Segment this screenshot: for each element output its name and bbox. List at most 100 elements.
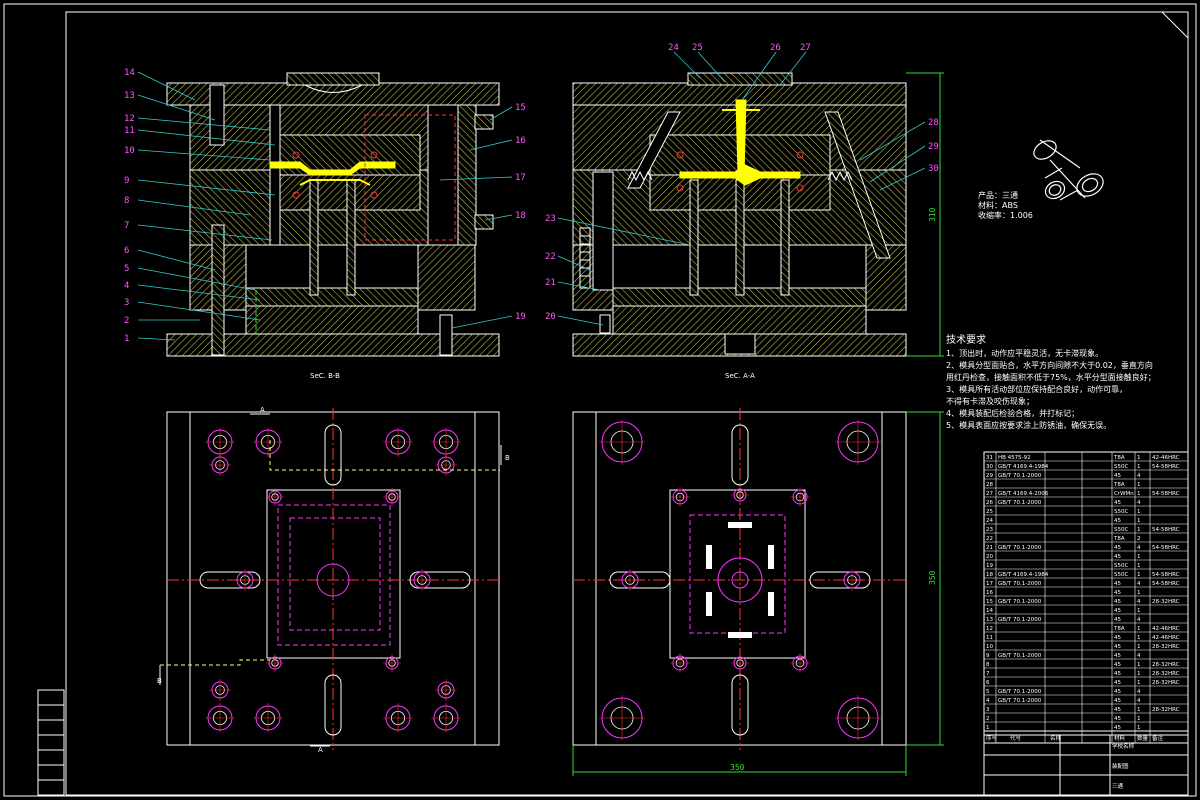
- part-label-30: 30: [928, 164, 939, 174]
- bom-cell: 45: [1114, 662, 1121, 668]
- bom-cell: 45: [1114, 581, 1121, 587]
- bom-cell: 1: [1137, 464, 1141, 470]
- svg-text:B: B: [505, 454, 510, 462]
- tech-line-4: 3、模具所有活动部位应保持配合良好，动作可靠，: [946, 384, 1127, 394]
- bom-cell: 1: [1137, 491, 1141, 497]
- svg-text:A: A: [260, 406, 265, 414]
- bom-cell: 45: [1114, 473, 1121, 479]
- bom-cell: 42-46HRC: [1152, 455, 1180, 461]
- bom-cell: 9: [986, 653, 990, 659]
- bom-cell: 4: [1137, 689, 1141, 695]
- bom-cell: 28-32HRC: [1152, 680, 1180, 686]
- part-label-21: 21: [545, 278, 556, 288]
- bom-cell: 7: [986, 671, 990, 677]
- section-bb-caption: SeC. B-B: [310, 372, 340, 380]
- bom-cell: 1: [1137, 644, 1141, 650]
- product-material: 材料：ABS: [978, 200, 1018, 210]
- part-label-11: 11: [124, 126, 135, 136]
- part-label-25: 25: [692, 43, 703, 53]
- revision-strip: [37, 689, 65, 796]
- bom-cell: GB/T 70.1-2000: [998, 581, 1042, 587]
- corner-mark: [1161, 11, 1189, 39]
- bom-cell: 42-46HRC: [1152, 635, 1180, 641]
- bom-cell: 23: [986, 527, 993, 533]
- bom-cell: 1: [1137, 662, 1141, 668]
- bom-cell: 1: [1137, 554, 1141, 560]
- bom-cell: 45: [1114, 716, 1121, 722]
- part-label-26: 26: [770, 43, 781, 53]
- bom-cell: 17: [986, 581, 993, 587]
- bom-cell: GB/T 70.1-2000: [998, 545, 1042, 551]
- bom-cell: 1: [1137, 455, 1141, 461]
- bom-cell: GB/T 4169.4-2006: [998, 491, 1049, 497]
- bom-cell: 26: [986, 500, 993, 506]
- tech-line-5: 不得有卡滞及咬伤现象；: [946, 396, 1034, 406]
- bom-cell: T8A: [1113, 536, 1125, 542]
- part-label-27: 27: [800, 43, 811, 53]
- title-part: 三通: [1112, 782, 1124, 790]
- bom-cell: 10: [986, 644, 993, 650]
- bom-cell: 54-58HRC: [1152, 581, 1180, 587]
- part-label-20: 20: [545, 312, 556, 322]
- title-drawing: 装配图: [1112, 762, 1129, 770]
- svg-text:310: 310: [928, 207, 937, 222]
- bom-cell: GB/T 70.1-2000: [998, 599, 1042, 605]
- part-label-8: 8: [124, 196, 129, 206]
- bom-cell: 1: [1137, 482, 1141, 488]
- bom-cell: 4: [1137, 617, 1141, 623]
- bom-cell: GB/T 70.1-2000: [998, 500, 1042, 506]
- bom-cell: 4: [1137, 698, 1141, 704]
- bom-cell: 1: [1137, 572, 1141, 578]
- bom-cell: 4: [1137, 473, 1141, 479]
- title-block: 学校名称 装配图 三通: [983, 734, 1189, 796]
- bom-cell: 28-32HRC: [1152, 671, 1180, 677]
- bom-cell: 4: [1137, 545, 1141, 551]
- bom-cell: 45: [1114, 599, 1121, 605]
- bom-cell: 28-32HRC: [1152, 599, 1180, 605]
- bom-cell: 8: [986, 662, 990, 668]
- tech-line-1: 1、顶出时，动作应平稳灵活，无卡滞现象。: [946, 348, 1103, 358]
- bom-cell: 45: [1114, 518, 1121, 524]
- bom-cell: 45: [1114, 500, 1121, 506]
- bom-cell: CrWMn: [1114, 491, 1134, 497]
- bom-cell: 54-58HRC: [1152, 572, 1180, 578]
- part-label-16: 16: [515, 136, 526, 146]
- bom-cell: 45: [1114, 680, 1121, 686]
- part-label-9: 9: [124, 176, 129, 186]
- product-shrinkage: 收缩率：1.006: [978, 210, 1033, 220]
- bom-cell: 2: [986, 716, 990, 722]
- bom-cell: 21: [986, 545, 993, 551]
- bom-cell: GB/T 70.1-2000: [998, 653, 1042, 659]
- bom-cell: T8A: [1113, 455, 1125, 461]
- bom-cell: 1: [1137, 527, 1141, 533]
- part-label-2: 2: [124, 316, 129, 326]
- bom-cell: 28-32HRC: [1152, 662, 1180, 668]
- bom-cell: 1: [1137, 608, 1141, 614]
- bom-cell: 54-58HRC: [1152, 464, 1180, 470]
- bom-cell: 1: [1137, 590, 1141, 596]
- bom-cell: S50C: [1114, 527, 1128, 533]
- bom-cell: 1: [1137, 707, 1141, 713]
- part-label-23: 23: [545, 214, 556, 224]
- bom-cell: 30: [986, 464, 993, 470]
- svg-text:350: 350: [928, 570, 937, 585]
- bom-cell: GB/T 70.1-2000: [998, 617, 1042, 623]
- bom-cell: 45: [1114, 689, 1121, 695]
- section-aa-view: [572, 72, 907, 357]
- bom-cell: 2: [1137, 536, 1141, 542]
- bom-cell: 11: [986, 635, 993, 641]
- bom-cell: 1: [1137, 716, 1141, 722]
- part-label-10: 10: [124, 146, 135, 156]
- bom-cell: 45: [1114, 644, 1121, 650]
- bom-cell: 29: [986, 473, 993, 479]
- bom-cell: 4: [1137, 581, 1141, 587]
- bom-cell: 20: [986, 554, 993, 560]
- part-label-28: 28: [928, 118, 939, 128]
- bom-cell: 45: [1114, 653, 1121, 659]
- bom-cell: 15: [986, 599, 993, 605]
- bom-cell: T8A: [1113, 482, 1125, 488]
- part-label-13: 13: [124, 91, 135, 101]
- part-label-24: 24: [668, 43, 679, 53]
- bom-cell: 1: [1137, 509, 1141, 515]
- bom-cell: 4: [1137, 653, 1141, 659]
